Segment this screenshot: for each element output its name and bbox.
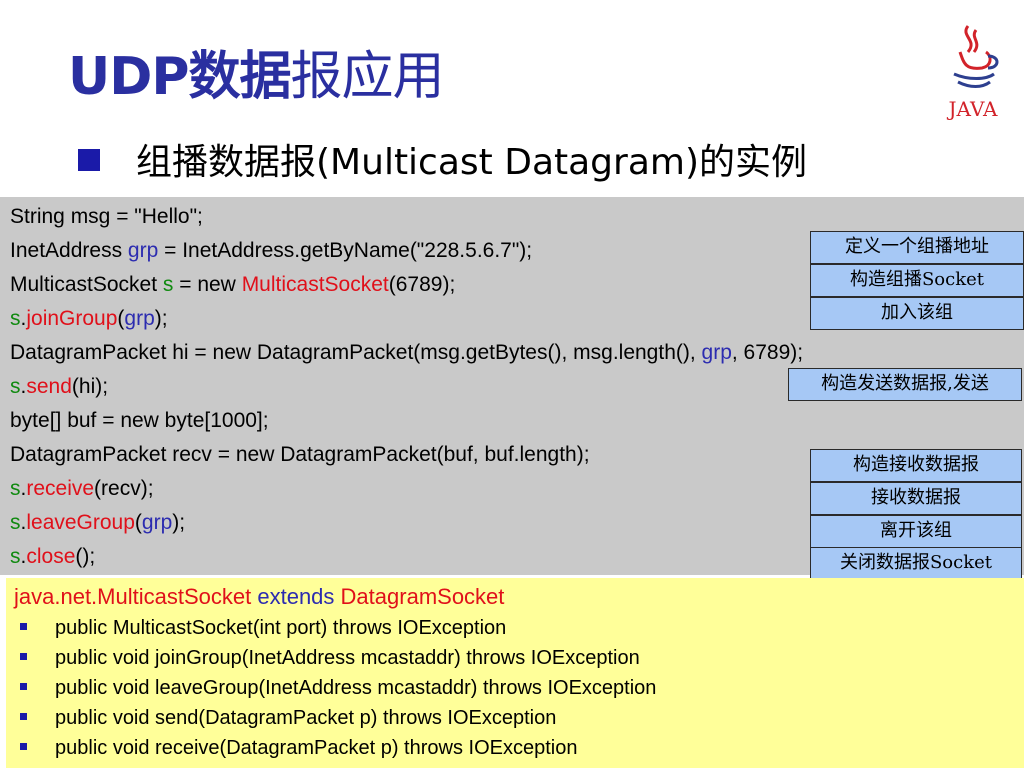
note-close-socket: 关闭数据报Socket <box>810 547 1022 580</box>
code-line-5: DatagramPacket hi = new DatagramPacket(m… <box>10 341 804 364</box>
slide-title: UDP数据报应用 <box>68 34 445 109</box>
java-logo-text: JAVA <box>947 97 999 121</box>
code-line-1: String msg = "Hello"; <box>10 205 203 228</box>
note-leave-group: 离开该组 <box>810 515 1022 548</box>
code-line-10: s.leaveGroup(grp); <box>10 511 186 534</box>
square-bullet-icon <box>20 743 27 751</box>
api-method: public void send(DatagramPacket p) throw… <box>20 707 556 730</box>
square-bullet-icon <box>20 683 27 691</box>
note-define-address: 定义一个组播地址 <box>810 231 1024 264</box>
note-construct-socket: 构造组播Socket <box>810 264 1024 297</box>
java-logo: JAVA <box>947 25 999 121</box>
title-rest: 报应用 <box>290 47 445 107</box>
subtitle: 组播数据报(Multicast Datagram)的实例 <box>78 133 807 185</box>
api-heading: java.net.MulticastSocket extends Datagra… <box>14 584 505 609</box>
note-send: 构造发送数据报,发送 <box>788 368 1022 401</box>
code-line-7: byte[] buf = new byte[1000]; <box>10 409 269 432</box>
subtitle-latin: (Multicast Datagram) <box>316 142 700 183</box>
square-bullet-icon <box>20 713 27 721</box>
api-method: public void joinGroup(InetAddress mcasta… <box>20 647 640 670</box>
square-bullet-icon <box>78 149 100 171</box>
api-method: public void leaveGroup(InetAddress mcast… <box>20 677 656 700</box>
api-method: public MulticastSocket(int port) throws … <box>20 617 506 640</box>
title-bold: UDP数据 <box>68 47 292 107</box>
note-join-group: 加入该组 <box>810 297 1024 330</box>
code-line-4: s.joinGroup(grp); <box>10 307 168 330</box>
note-receive: 接收数据报 <box>810 482 1022 515</box>
api-summary: java.net.MulticastSocket extends Datagra… <box>6 578 1024 768</box>
api-method: public void receive(DatagramPacket p) th… <box>20 737 577 760</box>
subtitle-cn-suffix: 的实例 <box>699 142 808 183</box>
code-line-9: s.receive(recv); <box>10 477 154 500</box>
code-line-3: MulticastSocket s = new MulticastSocket(… <box>10 273 456 296</box>
code-line-8: DatagramPacket recv = new DatagramPacket… <box>10 443 590 466</box>
square-bullet-icon <box>20 653 27 661</box>
subtitle-cn-prefix: 组播数据报 <box>136 142 317 183</box>
code-line-2: InetAddress grp = InetAddress.getByName(… <box>10 239 533 262</box>
note-construct-receive: 构造接收数据报 <box>810 449 1022 482</box>
code-line-11: s.close(); <box>10 545 96 568</box>
code-line-6: s.send(hi); <box>10 375 109 398</box>
square-bullet-icon <box>20 623 27 631</box>
